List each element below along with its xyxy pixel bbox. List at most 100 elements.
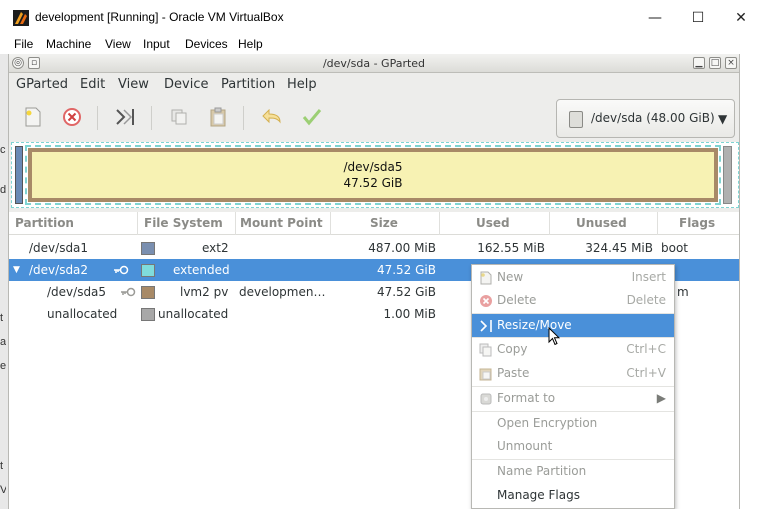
column-header-mount-point[interactable]: Mount Point [240, 216, 323, 230]
new-partition-icon[interactable] [20, 104, 46, 130]
column-divider [439, 212, 440, 235]
toolbar-separator [151, 106, 152, 130]
host-menubar: File Machine View Input Devices Help [0, 36, 768, 54]
gparted-maximize-button[interactable]: □ [709, 57, 721, 69]
flags-cell: boot [661, 241, 689, 255]
device-selector[interactable]: /dev/sda (48.00 GiB) ▼ [556, 99, 735, 138]
menu-item-name-partition[interactable]: Name Partition [472, 460, 674, 483]
unused-cell: 324.45 MiB [585, 241, 653, 255]
chevron-down-icon: ▼ [718, 112, 728, 126]
column-header-size[interactable]: Size [370, 216, 398, 230]
gparted-minimize-button[interactable]: ▁ [693, 57, 705, 69]
host-menu-devices[interactable]: Devices [185, 37, 228, 51]
column-divider [137, 212, 138, 235]
menu-item-unmount[interactable]: Unmount [472, 435, 674, 458]
menu-item-manage-flags[interactable]: Manage Flags [472, 484, 674, 507]
menu-help[interactable]: Help [287, 77, 317, 92]
disk-map-sda5-size: 47.52 GiB [343, 176, 403, 190]
size-cell: 47.52 GiB [376, 263, 436, 277]
filesystem-cell: unallocated [158, 307, 229, 321]
used-cell: 162.55 MiB [477, 241, 545, 255]
host-menu-file[interactable]: File [14, 37, 33, 51]
minimize-button[interactable]: — [632, 6, 678, 30]
host-background-strip: c d t ap e t V/ [0, 54, 8, 509]
undo-icon[interactable] [259, 104, 285, 130]
host-titlebar: development [Running] - Oracle VM Virtua… [0, 0, 768, 36]
menu-view[interactable]: View [118, 77, 149, 92]
background-text: t [0, 312, 4, 324]
menu-item-delete[interactable]: Delete Delete [472, 289, 674, 312]
resize-move-icon[interactable] [112, 104, 138, 130]
filesystem-color-swatch [141, 242, 155, 255]
menu-item-copy[interactable]: Copy Ctrl+C [472, 338, 674, 361]
paste-icon[interactable] [205, 104, 231, 130]
partition-cell: /dev/sda1 [29, 241, 89, 255]
close-button[interactable]: ✕ [718, 6, 764, 30]
host-menu-machine[interactable]: Machine [46, 37, 91, 51]
delete-partition-icon[interactable] [59, 104, 85, 130]
disk-map-sda1[interactable] [15, 146, 23, 204]
column-header-unused[interactable]: Unused [576, 216, 627, 230]
virtualbox-icon [13, 10, 29, 26]
filesystem-cell: extended [173, 263, 230, 277]
delete-icon [480, 295, 492, 307]
menu-partition[interactable]: Partition [221, 77, 275, 92]
filesystem-color-swatch [141, 264, 155, 277]
column-header-partition[interactable]: Partition [15, 216, 74, 230]
disk-map-sda5-name: /dev/sda5 [343, 160, 403, 174]
expander-down-icon[interactable]: ▼ [13, 265, 20, 275]
disk-map: /dev/sda5 47.52 GiB [11, 142, 739, 208]
menu-item-paste[interactable]: Paste Ctrl+V [472, 362, 674, 385]
disk-map-extended[interactable]: /dev/sda5 47.52 GiB [25, 145, 721, 205]
host-menu-input[interactable]: Input [143, 37, 170, 51]
disk-map-sda5[interactable]: /dev/sda5 47.52 GiB [28, 148, 718, 202]
background-text: V/ [0, 484, 6, 496]
column-divider [330, 212, 331, 235]
flags-cell: m [677, 285, 689, 299]
apply-icon[interactable] [299, 104, 325, 130]
column-header-file-system[interactable]: File System [144, 216, 223, 230]
filesystem-color-swatch [141, 308, 155, 321]
partition-cell: /dev/sda2 [29, 263, 89, 277]
gparted-titlebar: ◎ ▫ /dev/sda - GParted ▁ □ × [9, 54, 739, 73]
menu-item-open-encryption[interactable]: Open Encryption [472, 412, 674, 435]
background-text: e [0, 360, 6, 372]
menu-gparted[interactable]: GParted [16, 77, 68, 92]
column-divider [235, 212, 236, 235]
host-window-title: development [Running] - Oracle VM Virtua… [35, 10, 284, 24]
gparted-close-button[interactable]: × [725, 57, 737, 69]
menu-item-format-to[interactable]: Format to ▶ [472, 387, 674, 410]
column-divider [657, 212, 658, 235]
submenu-arrow-icon: ▶ [656, 391, 666, 405]
maximize-button[interactable]: ☐ [675, 6, 721, 30]
column-header-used[interactable]: Used [476, 216, 510, 230]
menu-item-resize-move[interactable]: Resize/Move [472, 314, 674, 337]
background-text: t [0, 460, 4, 472]
partition-cell: unallocated [47, 307, 118, 321]
new-icon [480, 271, 492, 285]
hard-disk-icon [569, 111, 583, 128]
copy-icon[interactable] [166, 104, 192, 130]
column-header-flags[interactable]: Flags [679, 216, 715, 230]
column-divider [549, 212, 550, 235]
menu-device[interactable]: Device [164, 77, 208, 92]
size-cell: 1.00 MiB [383, 307, 436, 321]
background-text: ap [0, 336, 6, 348]
menu-edit[interactable]: Edit [80, 77, 105, 92]
partition-cell: /dev/sda5 [47, 285, 107, 299]
gparted-toolbar: /dev/sda (48.00 GiB) ▼ [9, 96, 739, 140]
table-row[interactable]: /dev/sda1 ext2 487.00 MiB 162.55 MiB 324… [9, 237, 739, 259]
key-icon [114, 265, 129, 275]
paste-icon [479, 368, 492, 381]
partition-context-menu: New Insert Delete Delete Resize/Move Cop… [471, 264, 675, 509]
host-menu-view[interactable]: View [105, 37, 131, 51]
disk-map-unallocated[interactable] [723, 146, 732, 204]
resize-move-icon [480, 320, 492, 332]
mouse-pointer-icon [548, 327, 560, 346]
mount-point-cell: developmen… [239, 285, 326, 299]
format-icon [480, 393, 492, 405]
key-icon [121, 287, 136, 297]
gparted-menubar: GParted Edit View Device Partition Help [9, 73, 739, 96]
menu-item-new[interactable]: New Insert [472, 266, 674, 289]
host-menu-help[interactable]: Help [238, 37, 263, 51]
